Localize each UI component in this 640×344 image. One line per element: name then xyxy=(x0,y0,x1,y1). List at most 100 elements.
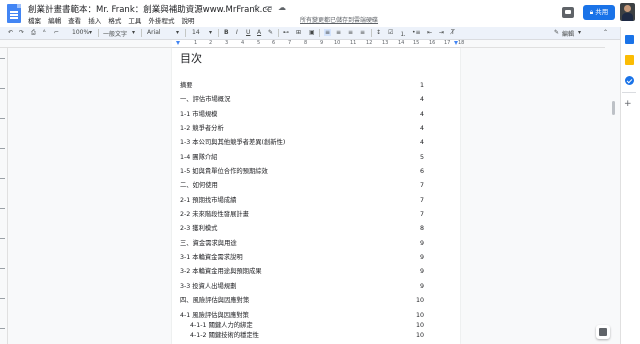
ruler-number: 8 xyxy=(304,40,308,46)
justify-icon[interactable]: ≡ xyxy=(360,29,365,36)
toc-entry-text: 2-2 未來階段性發展計畫 xyxy=(180,211,249,218)
toc-entry-page: 4 xyxy=(419,139,424,146)
save-status[interactable]: 所有變更都已儲存到雲端硬碟 xyxy=(300,15,378,24)
highlight-icon[interactable]: ✎ xyxy=(268,29,273,36)
toc-entry[interactable]: 1-4 團隊介紹 5 xyxy=(180,153,424,163)
line-spacing-icon[interactable]: ↕ xyxy=(376,29,381,36)
calendar-icon[interactable] xyxy=(625,35,634,44)
share-button[interactable]: 🔒︎ 共用 xyxy=(583,5,615,20)
left-indent-marker[interactable] xyxy=(176,41,180,45)
ruler-tick xyxy=(0,328,5,329)
align-left-icon[interactable]: ≡ xyxy=(324,29,332,36)
insert-link-icon[interactable]: ⊷ xyxy=(283,29,289,36)
edit-mode-select[interactable]: 編輯 xyxy=(562,29,574,38)
toolbar-divider xyxy=(141,29,142,37)
cloud-status-icon[interactable]: ☁ xyxy=(278,3,286,12)
scrollbar-thumb[interactable] xyxy=(612,101,615,115)
document-title[interactable]: 創業計畫書範本：Mr. Frank：創業與補助資源www.MrFrank.cc xyxy=(28,3,272,15)
toc-entry[interactable]: 一、評估市場概況 4 xyxy=(180,95,424,105)
toc-entry[interactable]: 1-3 本公司與其他競爭者差異(創新性) 4 xyxy=(180,138,424,148)
menu-edit[interactable]: 編輯 xyxy=(48,17,61,25)
font-select[interactable]: Arial xyxy=(147,29,161,36)
toc-entry[interactable]: 3-2 本輪資金用途與預期成果 9 xyxy=(180,267,424,277)
toc-entry-page: 9 xyxy=(419,268,424,275)
toc-entry[interactable]: 1-2 競爭者分析 4 xyxy=(180,124,424,134)
font-size-select[interactable]: 14 xyxy=(192,29,200,36)
toc-entry[interactable]: 2-1 預期找市場成績 7 xyxy=(180,196,424,206)
decrease-indent-icon[interactable]: ⇤ xyxy=(427,29,432,36)
hide-menus-icon[interactable]: ⌃ xyxy=(603,29,608,36)
toc-entry[interactable]: 3-3 投資人出場規劃 9 xyxy=(180,282,424,292)
star-icon[interactable]: ☆ xyxy=(253,3,260,12)
toc-entry[interactable]: 三、資金需求與用途 9 xyxy=(180,239,424,249)
ruler-tick xyxy=(0,298,5,299)
clear-formatting-icon[interactable]: T̸ xyxy=(451,29,455,36)
toc-entry[interactable]: 4-1-2 關鍵技術的穩定性 10 xyxy=(180,331,424,341)
toc-entry-page: 5 xyxy=(419,154,424,161)
menu-view[interactable]: 查看 xyxy=(68,17,81,25)
google-docs-logo-icon[interactable] xyxy=(7,4,21,23)
toc-entry[interactable]: 摘要 1 xyxy=(180,81,424,91)
print-icon[interactable]: ⎙ xyxy=(31,29,36,37)
scrollbar-track[interactable] xyxy=(605,48,620,344)
toc-entry-page: 4 xyxy=(419,96,424,103)
toc-entry-text: 3-2 本輪資金用途與預期成果 xyxy=(180,268,262,275)
ruler-tick xyxy=(0,148,5,149)
undo-icon[interactable]: ↶ xyxy=(8,29,13,36)
toc-entry[interactable]: 4-1-1 關鍵人力的綁定 10 xyxy=(180,321,424,331)
avatar[interactable] xyxy=(620,3,635,21)
menu-insert[interactable]: 插入 xyxy=(88,17,101,25)
toc-entry[interactable]: 2-2 未來階段性發展計畫 7 xyxy=(180,210,424,220)
keep-icon[interactable] xyxy=(625,55,634,65)
menu-addons[interactable]: 外掛程式 xyxy=(148,17,174,25)
text-color-button[interactable]: A xyxy=(257,29,261,36)
insert-image-icon[interactable]: ▣ xyxy=(309,29,315,36)
ruler-tick xyxy=(0,208,5,209)
tasks-icon[interactable] xyxy=(625,76,634,85)
horizontal-ruler[interactable]: 1 2 3 4 5 6 7 8 9 10 11 12 13 14 15 16 1… xyxy=(0,40,605,48)
underline-button[interactable]: U xyxy=(246,29,250,36)
checklist-icon[interactable]: ☑ xyxy=(388,29,393,36)
toc-entry-text: 1-3 本公司與其他競爭者差異(創新性) xyxy=(180,139,286,146)
align-right-icon[interactable]: ≡ xyxy=(348,29,353,36)
add-comment-icon[interactable]: ⊞ xyxy=(296,29,301,36)
page-title: 目次 xyxy=(180,52,202,65)
ruler-number: 18 xyxy=(458,40,465,46)
ruler-number: 4 xyxy=(241,40,245,46)
toc-entry[interactable]: 二、如何使用 7 xyxy=(180,181,424,191)
edit-mode-icon[interactable]: ✎ xyxy=(554,29,559,36)
bold-button[interactable]: B xyxy=(224,29,229,36)
comment-history-icon[interactable] xyxy=(562,7,574,18)
move-to-folder-icon[interactable]: ▭ xyxy=(265,3,273,12)
paint-format-icon[interactable]: ⌐ xyxy=(54,29,59,36)
toc-entry-page: 1 xyxy=(419,82,424,89)
menu-help[interactable]: 說明 xyxy=(182,17,195,25)
add-addon-icon[interactable]: + xyxy=(624,99,632,109)
style-select[interactable]: 一般文字 xyxy=(103,29,127,38)
align-center-icon[interactable]: ≡ xyxy=(336,29,341,36)
chevron-down-icon: ▾ xyxy=(176,29,180,36)
document-page[interactable]: 目次 摘要 1 一、評估市場概況 4 1-1 市場規模 4 1-2 競爭者分析 4 1-… xyxy=(172,48,460,344)
title-bar: 創業計畫書範本：Mr. Frank：創業與補助資源www.MrFrank.cc … xyxy=(0,0,640,27)
spellcheck-icon[interactable]: ᴬ xyxy=(43,29,46,36)
toc-entry[interactable]: 3-1 本輪資金需求說明 9 xyxy=(180,253,424,263)
menu-tools[interactable]: 工具 xyxy=(128,17,141,25)
redo-icon[interactable]: ↷ xyxy=(19,29,24,36)
toc-entry[interactable]: 2-3 獲利模式 8 xyxy=(180,224,424,234)
zoom-select[interactable]: 100% xyxy=(72,29,89,36)
toc-entry[interactable]: 4-1 風險評估與因應對策 10 xyxy=(180,311,424,321)
toc-entry-text: 4-1-2 關鍵技術的穩定性 xyxy=(190,332,259,339)
explore-icon[interactable] xyxy=(596,325,610,339)
italic-button[interactable]: I xyxy=(236,29,238,36)
menu-file[interactable]: 檔案 xyxy=(28,17,41,25)
increase-indent-icon[interactable]: ⇥ xyxy=(439,29,444,36)
vertical-ruler[interactable] xyxy=(0,48,8,344)
ruler-tick xyxy=(0,268,5,269)
menu-format[interactable]: 格式 xyxy=(108,17,121,25)
toc-entry[interactable]: 1-5 如與貴單位合作的預期綜效 6 xyxy=(180,167,424,177)
numbered-list-icon[interactable]: ⒈ xyxy=(400,29,406,38)
bulleted-list-icon[interactable]: •≡ xyxy=(412,29,421,36)
ruler-number: 17 xyxy=(444,40,451,46)
toc-entry[interactable]: 四、風險評估與因應對策 10 xyxy=(180,296,424,306)
toc-entry[interactable]: 1-1 市場規模 4 xyxy=(180,110,424,120)
